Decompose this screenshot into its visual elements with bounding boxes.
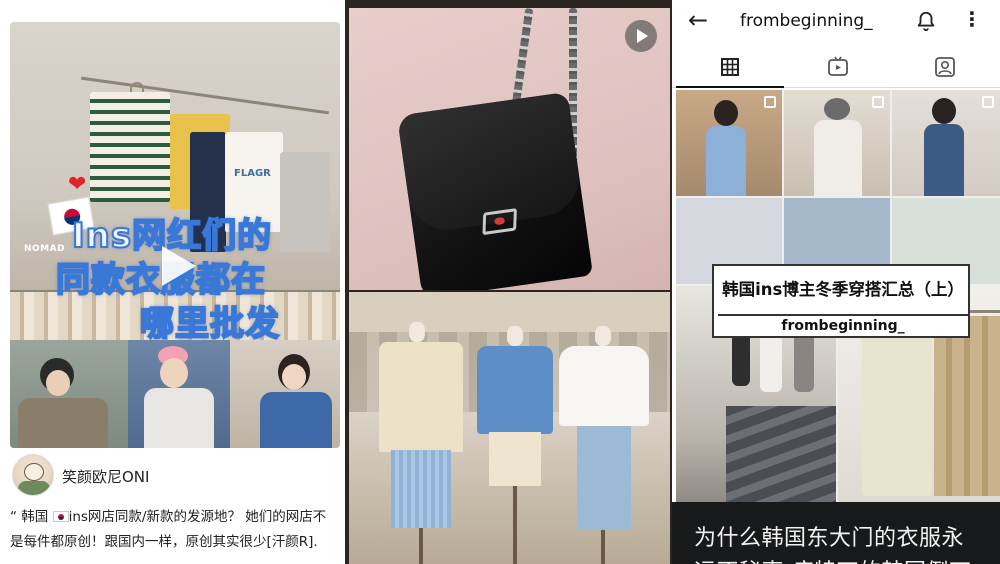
heart-icon: ❤ (68, 172, 87, 197)
tab-tagged[interactable] (892, 46, 1000, 88)
banner-handle: frombeginning_ (718, 314, 968, 334)
profile-screen: ← frombeginning_ ⋮ 韩国ins博主冬季穿搭汇总（上） from… (672, 0, 1000, 564)
play-icon[interactable] (162, 246, 196, 286)
thumbnail-3 (230, 340, 340, 448)
mannequin (595, 326, 611, 346)
grid-icon (721, 58, 739, 76)
thumbnail-2 (128, 340, 230, 448)
grid-post[interactable] (676, 90, 782, 196)
tab-videos[interactable] (784, 46, 892, 88)
back-arrow-icon[interactable]: ← (688, 8, 708, 32)
tab-grid[interactable] (676, 46, 784, 88)
blue-jeans (577, 426, 631, 530)
profile-tabs (672, 46, 1000, 88)
author-avatar[interactable] (12, 454, 54, 496)
bag-photo[interactable] (349, 8, 670, 290)
video-icon (828, 56, 848, 76)
shop-window-photo[interactable] (349, 292, 670, 564)
shirt-print-text: FLAGR (234, 168, 271, 179)
post-caption-line-1: “ 韩国 ins网店同款/新款的发源地？ 她们的网店不 (10, 509, 327, 525)
grid-post[interactable] (892, 90, 1000, 196)
more-options-icon[interactable]: ⋮ (962, 9, 982, 29)
profile-header: ← frombeginning_ ⋮ (672, 0, 1000, 44)
grid-post[interactable] (784, 90, 890, 196)
pleated-skirt (391, 450, 451, 528)
post-caption-line-2: 是每件都原创！跟国内一样，原创其实很少[汗颜R]. (10, 534, 318, 550)
post-cover-image[interactable]: FLAGR ❤ NOMAD Ins网红们的 同款衣服都在 哪里批发 (10, 22, 340, 448)
profile-username: frombeginning_ (740, 11, 873, 31)
overlay-title-line-3: 哪里批发 (139, 303, 280, 345)
banner-title: 韩国ins博主冬季穿搭汇总（上） (722, 280, 964, 299)
hanger (130, 82, 144, 92)
blue-sweater (477, 346, 553, 434)
striped-shirt (90, 92, 170, 202)
play-icon[interactable] (625, 20, 657, 52)
post-card-middle[interactable] (345, 0, 672, 564)
post-title-banner: 韩国ins博主冬季穿搭汇总（上） frombeginning_ (712, 264, 970, 338)
white-blouse (559, 346, 649, 426)
mannequin (409, 322, 425, 342)
post-card-left[interactable]: FLAGR ❤ NOMAD Ins网红们的 同款衣服都在 哪里批发 笑颜欧尼ON… (0, 0, 345, 564)
cream-blazer (379, 342, 463, 452)
black-handbag (396, 91, 594, 290)
posts-grid: 韩国ins博主冬季穿搭汇总（上） frombeginning_ (676, 90, 1000, 502)
footer-title-line-2: 远不秘声 痞特丁的韩国倒丁 (694, 554, 972, 564)
author-name[interactable]: 笑颜欧尼ONI (62, 466, 149, 487)
tagged-user-icon (935, 57, 955, 77)
thumbnail-1 (10, 340, 128, 448)
cream-skirt (489, 432, 541, 486)
mannequin (507, 326, 523, 346)
grey-shirt (280, 152, 330, 252)
footer-title-line-1: 为什么韩国东大门的衣服永 (694, 526, 965, 551)
korea-flag-icon (52, 511, 69, 522)
overlay-title-line-2: 同款衣服都在 (55, 259, 266, 301)
bell-icon[interactable] (915, 9, 937, 33)
post-title-footer[interactable]: 为什么韩国东大门的衣服永 远不秘声 痞特丁的韩国倒丁 (672, 502, 1000, 564)
